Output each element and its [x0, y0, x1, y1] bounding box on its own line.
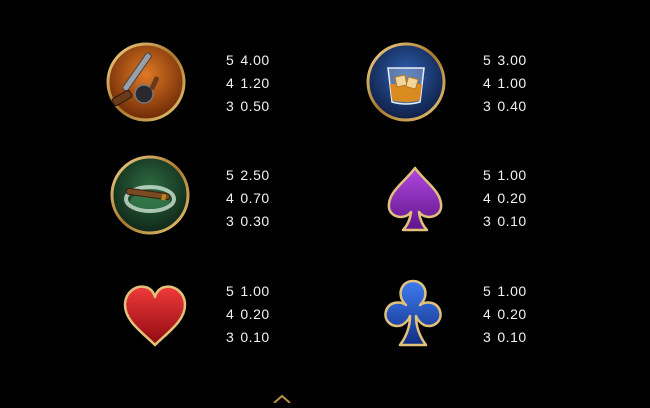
pay-row: 3 0.10 — [483, 210, 563, 233]
match-count: 5 — [226, 167, 235, 183]
spade-icon — [387, 166, 443, 232]
match-count: 4 — [483, 190, 492, 206]
pay-value: 0.20 — [497, 190, 527, 206]
match-count: 4 — [483, 306, 492, 322]
pay-row: 3 0.10 — [226, 326, 306, 349]
pay-row: 4 0.70 — [226, 187, 306, 210]
pay-value: 0.20 — [497, 306, 527, 322]
pay-row: 5 1.00 — [226, 280, 306, 303]
match-count: 3 — [226, 213, 235, 229]
heart-symbol — [115, 275, 195, 355]
match-count: 3 — [226, 98, 235, 114]
pay-row: 5 1.00 — [483, 280, 563, 303]
pay-value: 0.10 — [497, 213, 527, 229]
club-icon — [384, 279, 442, 347]
pay-row: 4 1.20 — [226, 72, 306, 95]
paytable-club: 5 1.00 4 0.20 3 0.10 — [483, 280, 563, 349]
tommy-gun-icon — [106, 42, 186, 122]
pay-value: 1.00 — [240, 283, 270, 299]
match-count: 4 — [226, 190, 235, 206]
pay-row: 3 0.30 — [226, 210, 306, 233]
pay-value: 1.00 — [497, 75, 527, 91]
pay-value: 0.10 — [497, 329, 527, 345]
pay-row: 4 0.20 — [483, 303, 563, 326]
pay-row: 5 3.00 — [483, 49, 563, 72]
pay-value: 0.10 — [240, 329, 270, 345]
gold-ornament-icon — [273, 394, 291, 404]
pay-row: 4 0.20 — [226, 303, 306, 326]
whiskey-glass-symbol — [366, 42, 446, 122]
match-count: 5 — [483, 283, 492, 299]
paytable-whiskey: 5 3.00 4 1.00 3 0.40 — [483, 49, 563, 118]
paytable-cigar: 5 2.50 4 0.70 3 0.30 — [226, 164, 306, 233]
match-count: 5 — [226, 52, 235, 68]
pay-row: 4 0.20 — [483, 187, 563, 210]
match-count: 3 — [483, 329, 492, 345]
pay-value: 1.00 — [497, 167, 527, 183]
pay-value: 0.50 — [240, 98, 270, 114]
pay-value: 1.00 — [497, 283, 527, 299]
pay-value: 2.50 — [240, 167, 270, 183]
pay-value: 4.00 — [240, 52, 270, 68]
pay-row: 5 2.50 — [226, 164, 306, 187]
pay-row: 5 1.00 — [483, 164, 563, 187]
match-count: 4 — [226, 306, 235, 322]
spade-symbol — [375, 160, 455, 240]
pay-row: 3 0.50 — [226, 95, 306, 118]
match-count: 5 — [483, 52, 492, 68]
pay-value: 0.20 — [240, 306, 270, 322]
heart-icon — [123, 285, 187, 347]
cigar-ashtray-icon — [110, 155, 190, 235]
whiskey-glass-icon — [366, 42, 446, 122]
match-count: 5 — [226, 283, 235, 299]
paytable-heart: 5 1.00 4 0.20 3 0.10 — [226, 280, 306, 349]
paytable-tommy-gun: 5 4.00 4 1.20 3 0.50 — [226, 49, 306, 118]
club-symbol — [373, 275, 453, 355]
pay-row: 3 0.10 — [483, 326, 563, 349]
pay-value: 3.00 — [497, 52, 527, 68]
match-count: 3 — [226, 329, 235, 345]
partial-symbol-edge — [270, 390, 294, 404]
pay-value: 0.30 — [240, 213, 270, 229]
pay-row: 3 0.40 — [483, 95, 563, 118]
cigar-ashtray-symbol — [110, 155, 190, 235]
pay-value: 0.70 — [240, 190, 270, 206]
match-count: 3 — [483, 213, 492, 229]
pay-row: 4 1.00 — [483, 72, 563, 95]
match-count: 4 — [483, 75, 492, 91]
pay-value: 1.20 — [240, 75, 270, 91]
tommy-gun-symbol — [106, 42, 186, 122]
pay-value: 0.40 — [497, 98, 527, 114]
pay-row: 5 4.00 — [226, 49, 306, 72]
match-count: 3 — [483, 98, 492, 114]
paytable-spade: 5 1.00 4 0.20 3 0.10 — [483, 164, 563, 233]
match-count: 4 — [226, 75, 235, 91]
match-count: 5 — [483, 167, 492, 183]
